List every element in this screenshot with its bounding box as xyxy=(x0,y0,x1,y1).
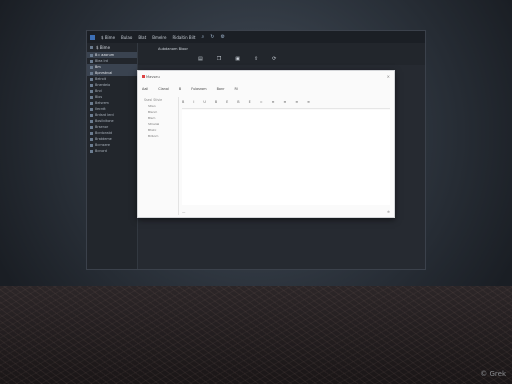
item-icon xyxy=(90,113,93,117)
item-icon xyxy=(90,131,93,135)
dialog-toolbar: Aail Clanal B Fulasrom Bonr Rl xyxy=(142,87,238,91)
dialog-title: Mavseu xyxy=(146,75,160,79)
title-item-1[interactable]: Bulao xyxy=(121,35,132,40)
breadcrumb[interactable]: Aubdanom Bioor xyxy=(158,47,188,51)
sidebar-item-label: Ilecrdt xyxy=(95,107,106,111)
toolbar-item-3[interactable]: Fulasrom xyxy=(191,87,206,91)
sidebar-title: $ Bime xyxy=(96,45,111,50)
title-item-2[interactable]: Blat xyxy=(138,35,146,40)
align-button[interactable]: ≡ xyxy=(272,100,275,108)
sidebar-item-label: Bcnord xyxy=(95,149,107,153)
format-button[interactable]: B xyxy=(215,100,217,108)
toolbar-item-2[interactable]: B xyxy=(179,87,181,91)
editor-canvas[interactable] xyxy=(182,110,390,205)
sidebar-item-label: Bpnrstrcal xyxy=(95,71,113,75)
sidebar-list: B= azorum Blea lrd Bm Bpnrstrcal Belroit Bner… xyxy=(87,52,137,154)
underline-button[interactable]: U xyxy=(203,100,205,108)
document-icon[interactable]: ▤ xyxy=(198,56,203,62)
window-titlebar: $ Bime Bulao Blat Bmelre Ridaitin Bilt ⌕… xyxy=(87,31,425,43)
sidebar-item-label: Brsenor xyxy=(95,125,109,129)
sidebar-item-label: Brdsrd lerd xyxy=(95,113,114,117)
title-item-3[interactable]: Bmelre xyxy=(152,35,166,40)
format-button[interactable]: E xyxy=(226,100,228,108)
item-icon xyxy=(90,125,93,129)
share-icon[interactable]: ⇪ xyxy=(254,56,258,62)
toolbar-item-1[interactable]: Clanal xyxy=(158,87,169,91)
item-icon xyxy=(90,119,93,123)
title-item-4[interactable]: Ridaitin Bilt xyxy=(172,35,195,40)
item-icon xyxy=(90,59,93,63)
item-icon xyxy=(90,137,93,141)
sync-icon[interactable]: ⟳ xyxy=(272,56,276,62)
align-button[interactable]: ≡ xyxy=(283,100,286,108)
sidebar: $ Bime B= azorum Blea lrd Bm Bpnrstrcal Belr… xyxy=(87,43,138,269)
align-button[interactable]: = xyxy=(260,100,263,108)
item-icon xyxy=(90,107,93,111)
toolbar-item-4[interactable]: Bonr xyxy=(217,87,225,91)
image-icon[interactable]: ▣ xyxy=(235,56,240,62)
style-panel: Ssesl Stlvie Stlan Blsnm Blsm Stlrelial … xyxy=(142,97,179,215)
format-button[interactable]: E xyxy=(249,100,251,108)
align-button[interactable]: ≡ xyxy=(307,100,310,108)
sidebar-item-label: Bm xyxy=(95,65,101,69)
item-icon xyxy=(90,101,93,105)
item-icon xyxy=(90,65,93,69)
item-icon xyxy=(90,143,93,147)
app-toolbar: Aubdanom Bioor ▤ ❐ ▣ ⇪ ⟳ xyxy=(138,43,425,65)
item-icon xyxy=(90,83,93,87)
item-icon xyxy=(90,53,93,57)
sidebar-item-label: Bcrdonstd xyxy=(95,131,113,135)
sidebar-item-label: Bratdeme xyxy=(95,137,112,141)
editor-dialog: Mavseu × Aail Clanal B Fulasrom Bonr Rl … xyxy=(137,70,395,218)
dialog-statusbar: — ⊕ xyxy=(182,210,390,214)
status-left: — xyxy=(182,210,186,214)
toolbar-item-0[interactable]: Aail xyxy=(142,87,148,91)
item-icon xyxy=(90,149,93,153)
align-button[interactable]: ≡ xyxy=(295,100,298,108)
italic-button[interactable]: I xyxy=(193,100,194,108)
sidebar-item-label: B= azorum xyxy=(95,53,115,57)
sidebar-item-label: Bnd xyxy=(95,89,102,93)
format-toolbar: B I U B E B E = ≡ ≡ ≡ ≡ xyxy=(182,100,390,109)
watermark: © Grek xyxy=(480,370,506,378)
style-item[interactable]: Bilbom xyxy=(142,133,178,139)
item-icon xyxy=(90,95,93,99)
close-icon[interactable]: × xyxy=(387,74,390,79)
floor-background xyxy=(0,286,512,384)
sidebar-item-label: Blea lrd xyxy=(95,59,108,63)
app-logo-icon xyxy=(90,34,95,40)
sidebar-header: $ Bime xyxy=(87,43,137,52)
dialog-app-icon xyxy=(142,75,145,78)
item-icon xyxy=(90,77,93,81)
search-icon[interactable]: ⌕ xyxy=(201,34,204,40)
sidebar-item-label: Belroit xyxy=(95,77,107,81)
bold-button[interactable]: B xyxy=(182,100,184,108)
copy-icon[interactable]: ❐ xyxy=(217,56,221,62)
title-item-0[interactable]: $ Bime xyxy=(101,35,115,40)
sidebar-item-label: Bnerdeio xyxy=(95,83,111,87)
item-icon xyxy=(90,89,93,93)
sidebar-item-label: Blos xyxy=(95,95,103,99)
sidebar-item-label: Bosilvitone xyxy=(95,119,114,123)
format-button[interactable]: B xyxy=(237,100,239,108)
sidebar-item-label: Belsrem xyxy=(95,101,109,105)
sidebar-item-label: Bcrnsere xyxy=(95,143,110,147)
zoom-icon[interactable]: ⊕ xyxy=(387,210,390,214)
refresh-icon[interactable]: ↻ xyxy=(210,34,214,40)
toolbar-icons: ▤ ❐ ▣ ⇪ ⟳ xyxy=(198,56,276,62)
toolbar-item-5[interactable]: Rl xyxy=(235,87,238,91)
item-icon xyxy=(90,71,93,75)
folder-icon xyxy=(90,46,93,49)
gear-icon[interactable]: ⚙ xyxy=(220,34,224,40)
sidebar-item[interactable]: Bcnord xyxy=(87,148,137,154)
